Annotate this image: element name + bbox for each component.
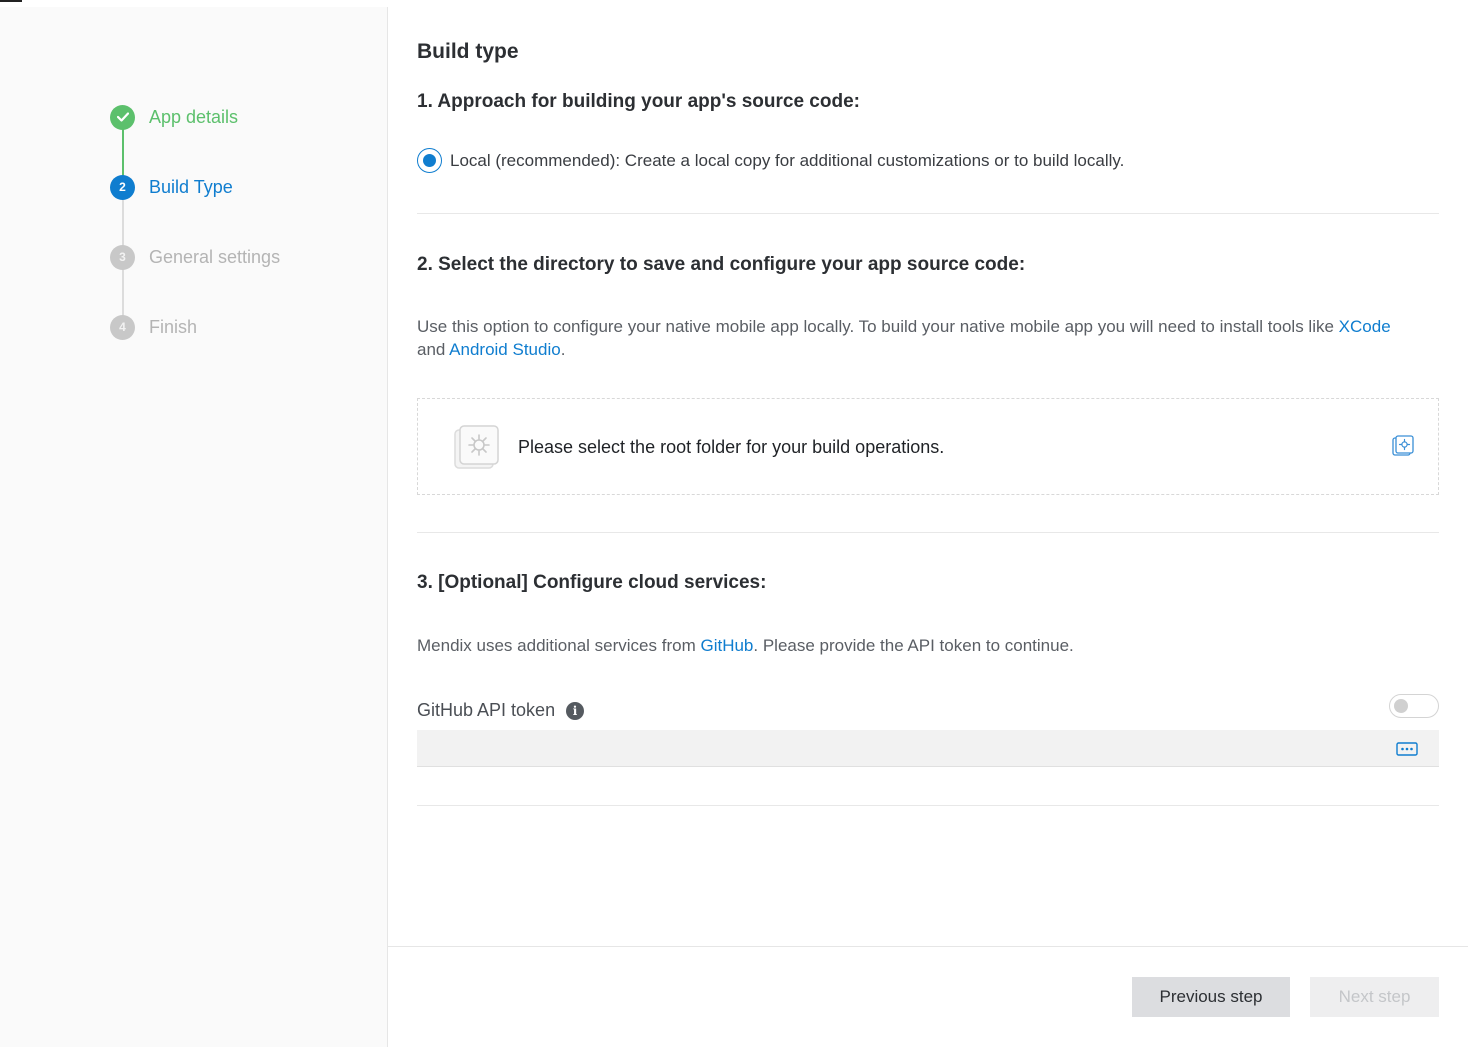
step-label: App details: [149, 106, 239, 127]
section-directory-heading: 2. Select the directory to save and conf…: [417, 254, 1026, 275]
description-text: Use this option to configure your native…: [417, 317, 1339, 336]
step-label: Build Type: [149, 176, 233, 197]
radio-local-option[interactable]: Local (recommended): Create a local copy…: [417, 148, 1124, 173]
folder-prompt: Please select the root folder for your b…: [518, 437, 945, 457]
directory-description: Use this option to configure your native…: [417, 315, 1439, 361]
description-text: and: [417, 340, 450, 359]
step-app-details[interactable]: App details: [110, 104, 238, 130]
github-token-label: GitHub API token i: [417, 700, 585, 721]
step-connector: [122, 262, 124, 322]
github-token-toggle[interactable]: [1389, 694, 1439, 718]
section-divider: [417, 532, 1439, 533]
step-number: 4: [110, 314, 135, 340]
step-label: Finish: [149, 316, 198, 337]
page-title: Build type: [417, 40, 519, 63]
step-connector: [122, 122, 124, 182]
github-link[interactable]: GitHub: [700, 636, 753, 655]
check-icon: [110, 104, 135, 130]
github-token-label-text: GitHub API token: [417, 700, 556, 720]
toggle-knob: [1394, 699, 1408, 713]
folder-settings-icon: [454, 425, 500, 476]
section-divider: [417, 213, 1439, 214]
radio-label: Local (recommended): Create a local copy…: [450, 150, 1125, 170]
info-icon[interactable]: i: [566, 701, 585, 720]
step-connector: [122, 192, 124, 252]
section-approach-heading: 1. Approach for building your app's sour…: [417, 91, 860, 112]
footer-divider: [388, 946, 1468, 947]
next-step-button[interactable]: Next step: [1310, 977, 1439, 1017]
description-text: . Please provide the API token to contin…: [753, 636, 1074, 655]
android-studio-link[interactable]: Android Studio: [449, 340, 561, 359]
radio-button[interactable]: [417, 148, 442, 173]
more-options-icon[interactable]: [1396, 742, 1418, 761]
step-finish: 4 Finish: [110, 314, 197, 340]
step-number: 2: [110, 174, 135, 200]
step-label: General settings: [149, 246, 281, 267]
step-general-settings: 3 General settings: [110, 244, 280, 270]
github-token-input[interactable]: [417, 730, 1439, 767]
step-number: 3: [110, 244, 135, 270]
wizard-sidebar: App details 2 Build Type 3 General setti…: [0, 7, 388, 1047]
window-corner: [0, 0, 22, 2]
xcode-link[interactable]: XCode: [1339, 317, 1391, 336]
description-text: .: [560, 340, 566, 359]
browse-folder-icon[interactable]: [1392, 435, 1414, 462]
folder-select-area[interactable]: Please select the root folder for your b…: [417, 398, 1439, 495]
section-divider: [417, 805, 1439, 806]
step-build-type[interactable]: 2 Build Type: [110, 174, 233, 200]
cloud-description: Mendix uses additional services from Git…: [417, 634, 1439, 657]
description-text: Mendix uses additional services from: [417, 636, 701, 655]
previous-step-button[interactable]: Previous step: [1132, 977, 1290, 1017]
section-cloud-heading: 3. [Optional] Configure cloud services:: [417, 572, 767, 593]
radio-selected-dot: [423, 154, 436, 167]
